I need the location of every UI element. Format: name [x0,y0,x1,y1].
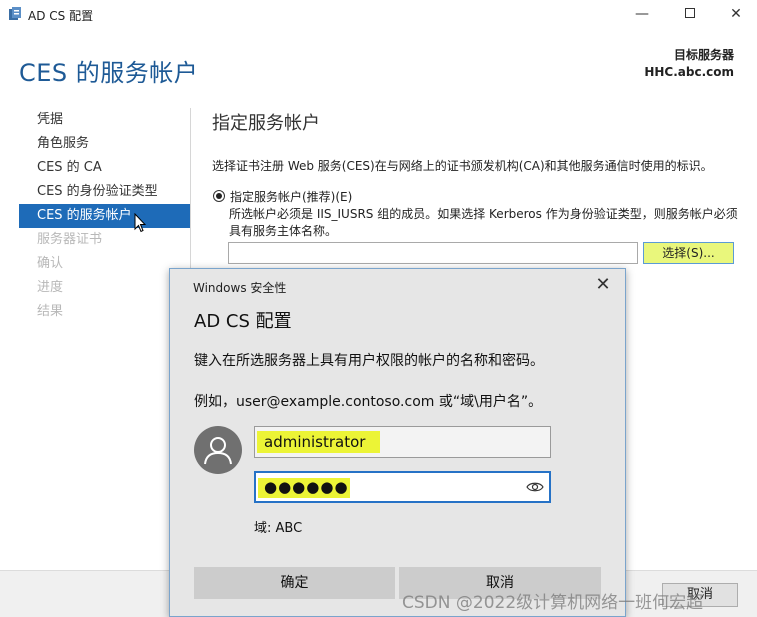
dialog-close-button[interactable]: ✕ [593,275,613,295]
nav-item-ces-auth-type[interactable]: CES 的身份验证类型 [19,180,190,204]
nav-item-credentials[interactable]: 凭据 [19,108,190,132]
nav-item-confirmation: 确认 [37,256,64,271]
server-manager-icon [9,7,21,20]
dialog-heading: AD CS 配置 [194,311,292,332]
close-button[interactable]: ✕ [726,4,746,24]
nav-item-ces-service-account[interactable]: CES 的服务帐户 [19,204,190,228]
section-description: 选择证书注册 Web 服务(CES)在与网络上的证书颁发机构(CA)和其他服务通… [212,159,713,173]
title-bar: AD CS 配置 — ✕ [0,0,757,30]
nav-item-ces-ca[interactable]: CES 的 CA [19,156,190,180]
target-server-value: HHC.abc.com [644,65,734,79]
username-field[interactable]: administrator [254,426,551,458]
specify-account-radio-label[interactable]: 指定服务帐户(推荐)(E) [230,188,352,205]
minimize-button[interactable]: — [632,4,652,24]
specify-account-radio[interactable] [213,190,225,202]
page-title: CES 的服务帐户 [19,59,199,87]
password-value: ●●●●●● [264,478,349,496]
section-title: 指定服务帐户 [212,113,320,134]
maximize-button[interactable] [680,4,700,24]
window-title: AD CS 配置 [28,9,94,23]
maximize-icon [685,8,695,18]
nav-item-results: 结果 [37,304,64,319]
dialog-title: Windows 安全性 [193,281,287,295]
radio-description: 所选帐户必须是 IIS_IUSRS 组的成员。如果选择 Kerberos 作为身… [229,207,738,238]
nav-item-progress: 进度 [37,280,64,295]
user-avatar-icon [194,426,242,474]
wizard-nav: 凭据 角色服务 CES 的 CA CES 的身份验证类型 CES 的服务帐户 服… [19,108,190,324]
username-value: administrator [264,433,366,451]
dialog-example: 例如，user@example.contoso.com 或“域\用户名”。 [194,394,543,410]
nav-item-role-services[interactable]: 角色服务 [19,132,190,156]
reveal-password-icon[interactable] [526,480,544,494]
password-field[interactable]: ●●●●●● [254,471,551,503]
service-account-input[interactable] [228,242,638,264]
nav-item-server-cert: 服务器证书 [37,232,103,247]
select-account-button[interactable]: 选择(S)... [643,242,734,264]
dialog-instruction: 键入在所选服务器上具有用户权限的帐户的名称和密码。 [194,353,544,369]
target-server-label: 目标服务器 [673,48,734,62]
mouse-cursor-icon [134,213,146,233]
windows-security-dialog: Windows 安全性 ✕ AD CS 配置 键入在所选服务器上具有用户权限的帐… [169,268,626,617]
domain-label: 域: ABC [254,521,303,536]
watermark: CSDN @2022级计算机网络一班何宏超 [402,593,704,613]
ok-button[interactable]: 确定 [194,567,395,599]
